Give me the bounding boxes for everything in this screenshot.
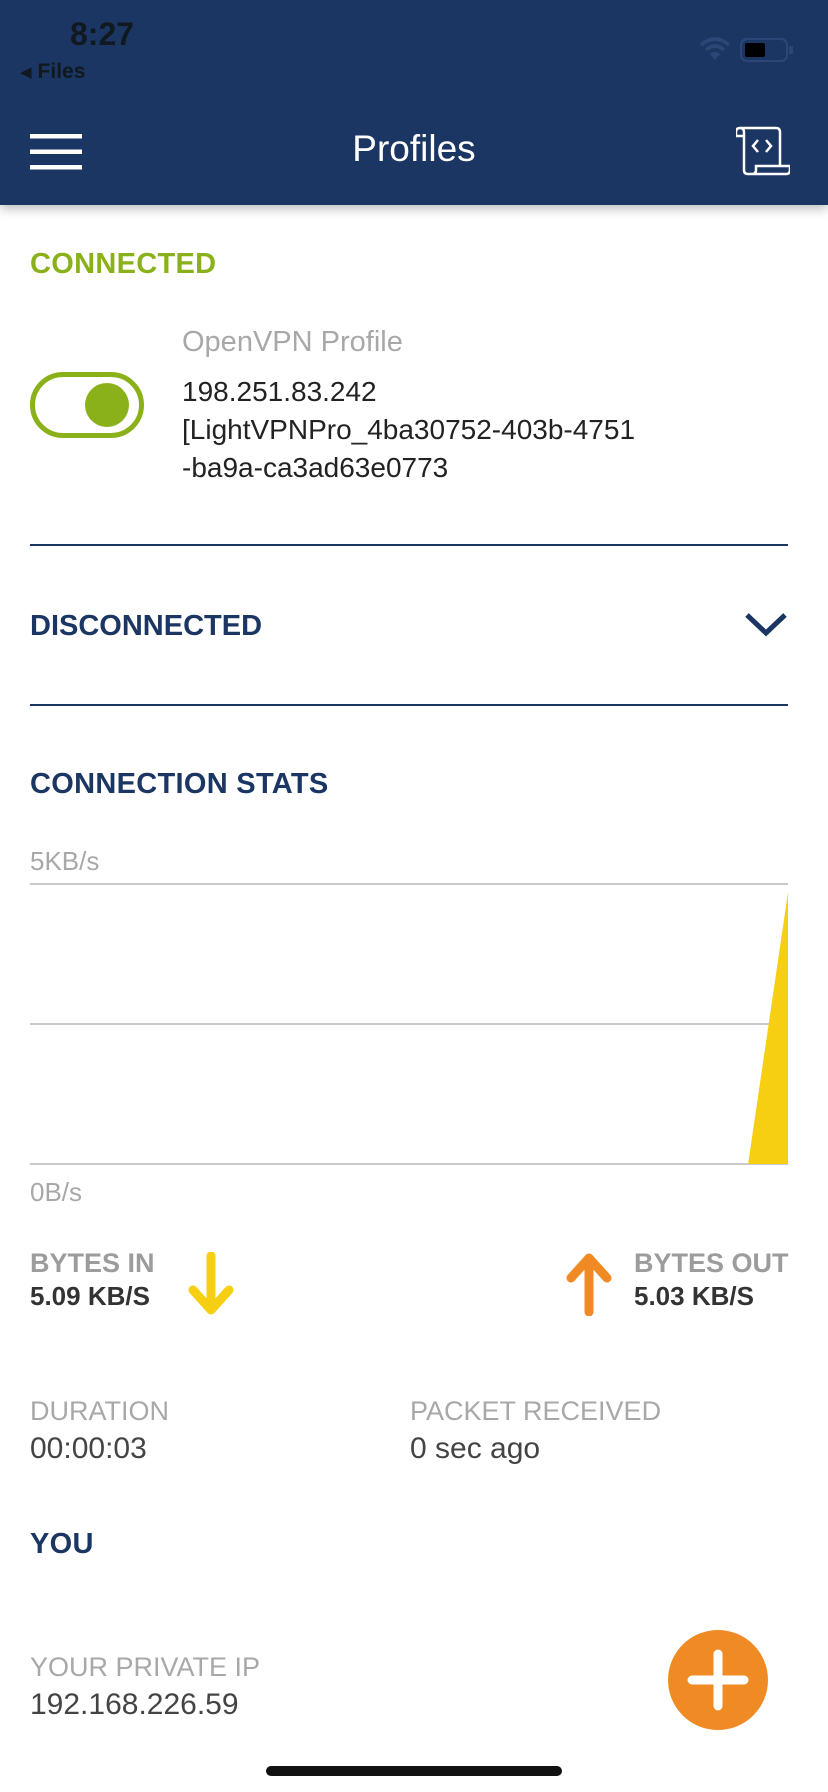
- bytes-in-label: BYTES IN: [30, 1248, 155, 1278]
- home-indicator: [266, 1766, 562, 1776]
- connected-section-label: CONNECTED: [30, 248, 217, 280]
- chart-max-label: 5KB/s: [30, 846, 99, 876]
- connection-stats-chart: 5KB/s 0B/s: [30, 846, 788, 1207]
- packet-received-value: 0 sec ago: [410, 1432, 541, 1465]
- battery-icon: [740, 38, 793, 62]
- bytes-out-value: 5.03 KB/S: [634, 1281, 754, 1311]
- private-ip-label: YOUR PRIVATE IP: [30, 1652, 261, 1682]
- duration-label: DURATION: [30, 1396, 169, 1426]
- disconnected-section-toggle[interactable]: DISCONNECTED: [30, 606, 788, 646]
- profile-id-line-2: -ba9a-ca3ad63e0773: [182, 452, 449, 483]
- status-time: 8:27: [70, 16, 135, 52]
- arrow-down-icon: [188, 1252, 234, 1315]
- profile-id-line-1: [LightVPNPro_4ba30752-403b-4751: [182, 414, 636, 445]
- log-document-icon[interactable]: [736, 126, 790, 176]
- duration-value: 00:00:03: [30, 1432, 147, 1465]
- packet-received-label: PACKET RECEIVED: [410, 1396, 662, 1426]
- chevron-down-icon[interactable]: [744, 610, 788, 638]
- back-label: Files: [37, 60, 86, 83]
- vpn-connection-toggle[interactable]: [30, 372, 144, 438]
- divider: [30, 544, 788, 546]
- add-profile-button[interactable]: [668, 1630, 768, 1730]
- page-title: Profiles: [352, 128, 476, 169]
- arrow-up-icon: [566, 1253, 612, 1316]
- divider: [30, 704, 788, 706]
- toggle-knob: [85, 383, 129, 427]
- private-ip-value: 192.168.226.59: [30, 1688, 239, 1721]
- profile-name: OpenVPN Profile: [182, 326, 403, 358]
- app-header: 8:27 ◀ Files Profiles: [0, 0, 828, 205]
- you-section-label: YOU: [30, 1528, 94, 1560]
- back-caret-icon: ◀: [20, 64, 32, 81]
- bytes-in-value: 5.09 KB/S: [30, 1281, 150, 1311]
- profile-address: 198.251.83.242: [182, 376, 377, 407]
- plus-icon: [687, 1649, 749, 1711]
- wifi-icon: [699, 37, 731, 60]
- chart-series-area: [30, 892, 788, 1164]
- bytes-out-label: BYTES OUT: [634, 1248, 789, 1278]
- connection-stats-label: CONNECTION STATS: [30, 768, 329, 800]
- disconnected-section-label: DISCONNECTED: [30, 610, 263, 642]
- chart-min-label: 0B/s: [30, 1177, 82, 1207]
- back-to-files-link[interactable]: ◀ Files: [20, 60, 85, 84]
